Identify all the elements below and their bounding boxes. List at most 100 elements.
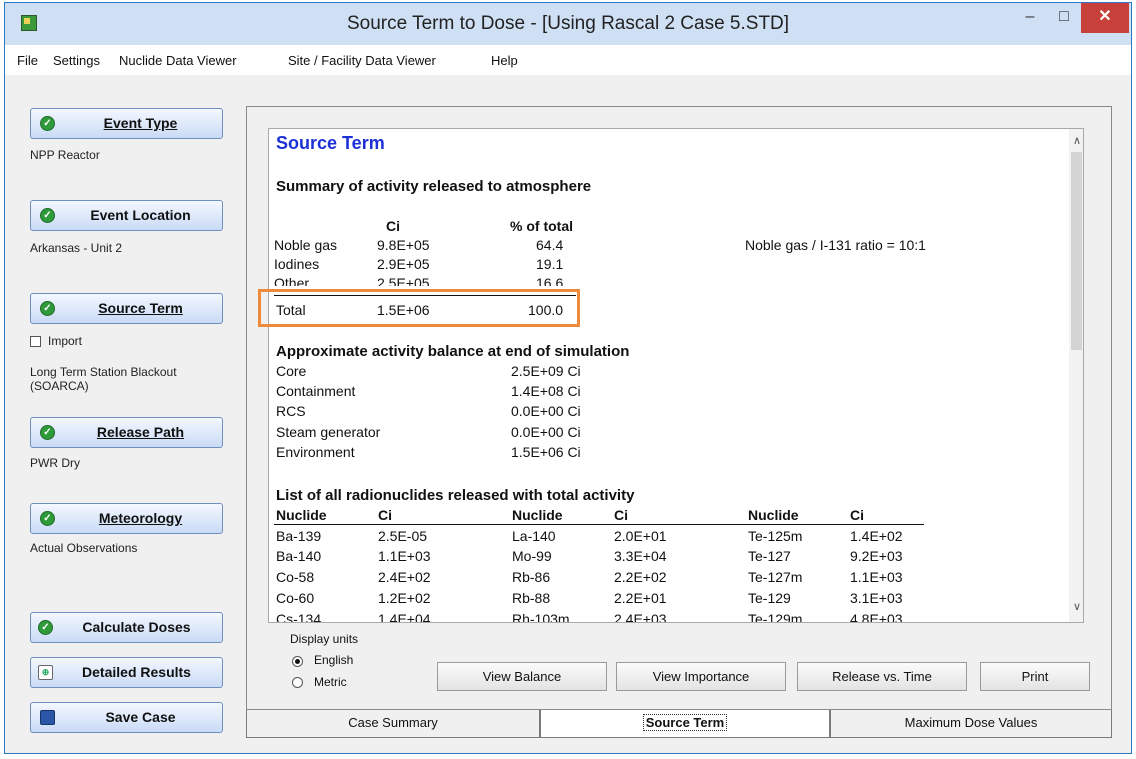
summary-name: Noble gas <box>274 237 338 253</box>
scroll-down-icon[interactable]: ∨ <box>1070 600 1084 613</box>
menu-file[interactable]: File <box>17 53 38 68</box>
summary-name: Other <box>274 275 310 286</box>
metric-label: Metric <box>314 675 347 689</box>
list-row: Ba-140 1.1E+03 Mo-99 3.3E+04 Te-127 9.2E+03 <box>272 548 1052 568</box>
ci-cell: 9.2E+03 <box>850 548 903 564</box>
ci-cell: 1.1E+03 <box>378 548 431 564</box>
source-term-value-line2: (SOARCA) <box>30 379 89 393</box>
tab-source-term[interactable]: Source Term <box>540 710 830 738</box>
nuclide-cell: Rh-103m <box>512 611 570 622</box>
menu-bar: File Settings Nuclide Data Viewer Site /… <box>5 45 1131 75</box>
nuclide-cell: Te-129m <box>748 611 803 622</box>
summary-ci: 2.9E+05 <box>377 256 430 272</box>
tab-label: Case Summary <box>348 715 438 730</box>
ci-cell: 1.4E+02 <box>850 528 903 544</box>
minimize-icon[interactable]: ‒ <box>1013 3 1047 33</box>
ci-cell: 2.5E-05 <box>378 528 428 544</box>
detailed-results-label: Detailed Results <box>82 664 191 680</box>
release-path-value: PWR Dry <box>30 456 80 470</box>
check-icon: ✓ <box>40 301 55 316</box>
summary-pct: 19.1 <box>536 256 564 272</box>
title-bar: Source Term to Dose - [Using Rascal 2 Ca… <box>5 3 1131 45</box>
view-balance-button[interactable]: View Balance <box>437 662 607 691</box>
balance-name: Core <box>276 363 307 379</box>
ci-cell: 1.2E+02 <box>378 590 431 606</box>
release-vs-time-button[interactable]: Release vs. Time <box>797 662 967 691</box>
ci-cell: 3.3E+04 <box>614 548 667 564</box>
tab-maximum-dose-values[interactable]: Maximum Dose Values <box>830 710 1112 738</box>
col-nuclide-header: Nuclide <box>748 507 799 523</box>
event-location-button[interactable]: ✓ Event Location <box>30 200 223 231</box>
event-type-label: Event Type <box>103 115 178 131</box>
ci-cell: 2.2E+01 <box>614 590 667 606</box>
ratio-text: Noble gas / I-131 ratio = 10:1 <box>745 237 926 253</box>
nuclide-cell: Cs-134 <box>276 611 322 622</box>
menu-nuclide-data-viewer[interactable]: Nuclide Data Viewer <box>119 53 237 68</box>
tab-label: Maximum Dose Values <box>904 715 1038 730</box>
calculate-doses-button[interactable]: ✓ Calculate Doses <box>30 612 223 643</box>
summary-pct: 64.4 <box>536 237 564 253</box>
list-heading: List of all radionuclides released with … <box>276 487 635 504</box>
col-pct-header: % of total <box>510 218 573 234</box>
close-icon[interactable]: ✕ <box>1081 3 1129 33</box>
view-importance-button[interactable]: View Importance <box>616 662 786 691</box>
col-ci-header: Ci <box>850 507 864 523</box>
release-path-button[interactable]: ✓ Release Path <box>30 417 223 448</box>
metric-radio[interactable] <box>292 677 303 688</box>
source-term-value: Long Term Station Blackout <box>30 365 177 379</box>
display-units-label: Display units <box>290 632 359 646</box>
nuclide-cell: Co-58 <box>276 569 315 585</box>
english-radio[interactable] <box>292 656 303 667</box>
col-nuclide-header: Nuclide <box>512 507 563 523</box>
ci-cell: 2.2E+02 <box>614 569 667 585</box>
tab-label: Source Term <box>642 714 728 731</box>
release-path-label: Release Path <box>96 424 185 440</box>
nuclide-cell: Rb-86 <box>512 569 551 585</box>
menu-help[interactable]: Help <box>491 53 518 68</box>
menu-settings[interactable]: Settings <box>53 53 100 68</box>
balance-name: Steam generator <box>276 424 381 440</box>
nuclide-cell: Rb-88 <box>512 590 551 606</box>
summary-name: Iodines <box>274 256 320 272</box>
nuclide-cell: Ba-139 <box>276 528 322 544</box>
report-title: Source Term <box>276 133 385 153</box>
meteorology-button[interactable]: ✓ Meteorology <box>30 503 223 534</box>
event-type-button[interactable]: ✓ Event Type <box>30 108 223 139</box>
col-ci-header: Ci <box>614 507 628 523</box>
nuclide-cell: Te-129 <box>748 590 791 606</box>
col-nuclide-header: Nuclide <box>276 507 327 523</box>
maximize-icon[interactable]: □ <box>1047 3 1081 33</box>
source-term-button[interactable]: ✓ Source Term <box>30 293 223 324</box>
balance-value: 1.4E+08 Ci <box>511 383 581 399</box>
detailed-results-button[interactable]: ⊕ Detailed Results <box>30 657 223 688</box>
list-row: Co-60 1.2E+02 Rb-88 2.2E+01 Te-129 3.1E+03 <box>272 590 1052 610</box>
nuclide-cell: Ba-140 <box>276 548 322 564</box>
list-header-rule <box>274 524 924 525</box>
balance-value: 0.0E+00 Ci <box>511 424 581 440</box>
meteorology-label: Meteorology <box>98 510 183 526</box>
ci-cell: 1.1E+03 <box>850 569 903 585</box>
print-button[interactable]: Print <box>980 662 1090 691</box>
summary-pct: 16.6 <box>536 275 564 286</box>
ci-cell: 2.4E+03 <box>614 611 667 622</box>
ci-cell: 2.0E+01 <box>614 528 667 544</box>
save-case-button[interactable]: Save Case <box>30 702 223 733</box>
import-checkbox[interactable] <box>30 336 41 347</box>
list-row: Cs-134 1.4E+04 Rh-103m 2.4E+03 Te-129m 4.8E+0… <box>272 611 1052 622</box>
ci-cell: 2.4E+02 <box>378 569 431 585</box>
floppy-disk-icon <box>40 710 55 725</box>
nuclide-cell: La-140 <box>512 528 556 544</box>
clipped-row: Other 2.5E+05 16.6 <box>272 275 592 286</box>
event-location-value: Arkansas - Unit 2 <box>30 241 123 255</box>
menu-site-facility-data-viewer[interactable]: Site / Facility Data Viewer <box>288 53 436 68</box>
balance-name: RCS <box>276 403 306 419</box>
scroll-up-icon[interactable]: ∧ <box>1070 134 1084 147</box>
tab-case-summary[interactable]: Case Summary <box>246 710 540 738</box>
magnifier-icon: ⊕ <box>38 665 53 680</box>
window-title: Source Term to Dose - [Using Rascal 2 Ca… <box>346 13 790 34</box>
nuclide-cell: Te-127m <box>748 569 803 585</box>
meteorology-value: Actual Observations <box>30 541 138 555</box>
check-icon: ✓ <box>40 425 55 440</box>
scrollbar-thumb[interactable] <box>1071 152 1082 350</box>
list-row: Ba-139 2.5E-05 La-140 2.0E+01 Te-125m 1.4E+02 <box>272 528 1052 548</box>
